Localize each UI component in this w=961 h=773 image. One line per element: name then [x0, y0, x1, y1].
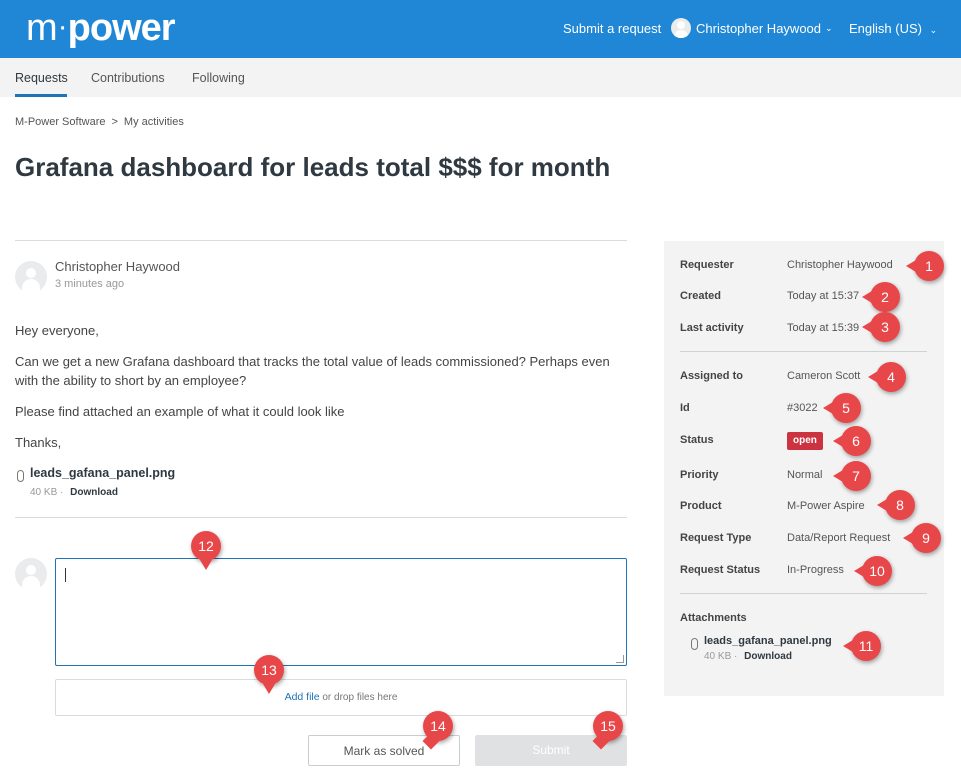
divider — [15, 240, 627, 241]
logo-m: m — [26, 7, 58, 49]
request-details-sidebar: Requester Christopher Haywood Created To… — [664, 241, 944, 696]
chevron-down-icon: ⌄ — [929, 25, 938, 35]
detail-value-assigned-to: Cameron Scott — [787, 370, 861, 382]
attachment-meta: 40 KB · Download — [30, 487, 118, 498]
logo-dot: · — [57, 10, 68, 43]
user-menu[interactable]: Christopher Haywood ⌄ — [671, 18, 833, 38]
callout-marker-11: 11 — [843, 631, 881, 661]
detail-value-request-type: Data/Report Request — [787, 532, 891, 544]
attachment-link[interactable]: leads_gafana_panel.png — [30, 466, 175, 480]
callout-marker-3: 3 — [862, 312, 900, 342]
detail-label-status: Status — [680, 434, 714, 446]
comment-paragraph: Please find attached an example of what … — [15, 404, 345, 419]
tab-following[interactable]: Following — [192, 71, 245, 85]
mpower-logo[interactable]: m·power — [26, 4, 176, 51]
reply-textarea[interactable] — [55, 558, 627, 666]
callout-marker-7: 7 — [833, 461, 871, 491]
reply-avatar-icon — [15, 558, 47, 590]
resize-handle-icon[interactable] — [616, 655, 624, 663]
comment-author: Christopher Haywood — [55, 259, 181, 274]
sidebar-attachment-link[interactable]: leads_gafana_panel.png — [704, 635, 832, 647]
tab-contributions[interactable]: Contributions — [91, 71, 165, 85]
breadcrumb-item-mpower[interactable]: M-Power Software — [15, 116, 105, 128]
paperclip-icon — [17, 470, 24, 482]
detail-label-request-type: Request Type — [680, 532, 752, 544]
author-avatar-icon — [15, 261, 47, 293]
detail-value-priority: Normal — [787, 469, 823, 481]
divider — [15, 517, 627, 518]
callout-marker-8: 8 — [877, 490, 915, 520]
detail-label-requester: Requester — [680, 259, 734, 271]
attachment-separator: · — [60, 487, 64, 498]
user-name: Christopher Haywood — [696, 20, 822, 36]
detail-value-product: M-Power Aspire — [787, 500, 865, 512]
attachments-heading: Attachments — [680, 612, 747, 624]
language-label: English (US) — [849, 21, 922, 36]
breadcrumb: M-Power Software > My activities — [15, 116, 184, 128]
sidebar-download-link[interactable]: Download — [744, 651, 792, 662]
detail-label-assigned-to: Assigned to — [680, 370, 743, 382]
paperclip-icon — [691, 638, 698, 650]
detail-label-created: Created — [680, 290, 721, 302]
callout-marker-5: 5 — [823, 393, 861, 423]
attachment-separator: · — [734, 651, 738, 662]
text-caret — [65, 568, 66, 582]
tab-requests[interactable]: Requests — [15, 71, 68, 85]
activity-tabs: Requests Contributions Following — [0, 58, 961, 97]
callout-marker-6: 6 — [833, 426, 871, 456]
breadcrumb-separator: > — [111, 116, 118, 128]
comment-paragraph: Hey everyone, — [15, 323, 99, 338]
comment-timestamp: 3 minutes ago — [55, 278, 125, 290]
attachment-size: 40 KB — [30, 487, 58, 498]
callout-marker-9: 9 — [903, 523, 941, 553]
callout-marker-10: 10 — [854, 556, 892, 586]
detail-label-request-status: Request Status — [680, 564, 761, 576]
sidebar-divider — [680, 593, 927, 594]
download-link[interactable]: Download — [70, 487, 118, 498]
detail-value-request-status: In-Progress — [787, 564, 844, 576]
detail-label-product: Product — [680, 500, 722, 512]
detail-label-last-activity: Last activity — [680, 322, 744, 334]
drop-files-text: or drop files here — [319, 692, 398, 703]
sidebar-attachment-meta: 40 KB · Download — [704, 651, 792, 662]
detail-value-id: #3022 — [787, 402, 818, 414]
status-badge: open — [787, 432, 823, 450]
active-tab-indicator — [15, 94, 67, 97]
callout-marker-14: 14 — [423, 711, 453, 741]
breadcrumb-item-my-activities[interactable]: My activities — [124, 116, 184, 128]
detail-value-last-activity: Today at 15:39 — [787, 322, 860, 334]
add-file-link[interactable]: Add file — [285, 691, 320, 703]
logo-power: power — [67, 7, 176, 49]
detail-value-created: Today at 15:37 — [787, 290, 860, 302]
comment-paragraph: Thanks, — [15, 435, 62, 450]
submit-request-link[interactable]: Submit a request — [563, 21, 661, 36]
callout-marker-13: 13 — [254, 655, 284, 694]
callout-marker-2: 2 — [862, 282, 900, 312]
user-avatar-icon — [671, 18, 691, 38]
comment-paragraph: Can we get a new Grafana dashboard that … — [15, 354, 610, 388]
sidebar-divider — [680, 351, 927, 352]
chevron-down-icon: ⌄ — [825, 22, 833, 33]
detail-label-id: Id — [680, 402, 690, 414]
callout-marker-12: 12 — [191, 531, 221, 570]
detail-label-priority: Priority — [680, 469, 719, 481]
callout-marker-1: 1 — [906, 251, 944, 281]
attachment-size: 40 KB — [704, 651, 732, 662]
callout-marker-4: 4 — [868, 362, 906, 392]
detail-value-requester: Christopher Haywood — [787, 259, 893, 271]
page-title: Grafana dashboard for leads total $$$ fo… — [15, 152, 611, 182]
file-dropzone[interactable]: Add file or drop files here — [55, 679, 627, 716]
top-bar: m·power Submit a request Christopher Hay… — [0, 0, 961, 58]
language-selector[interactable]: English (US) ⌄ — [849, 21, 937, 36]
callout-marker-15: 15 — [593, 711, 623, 741]
